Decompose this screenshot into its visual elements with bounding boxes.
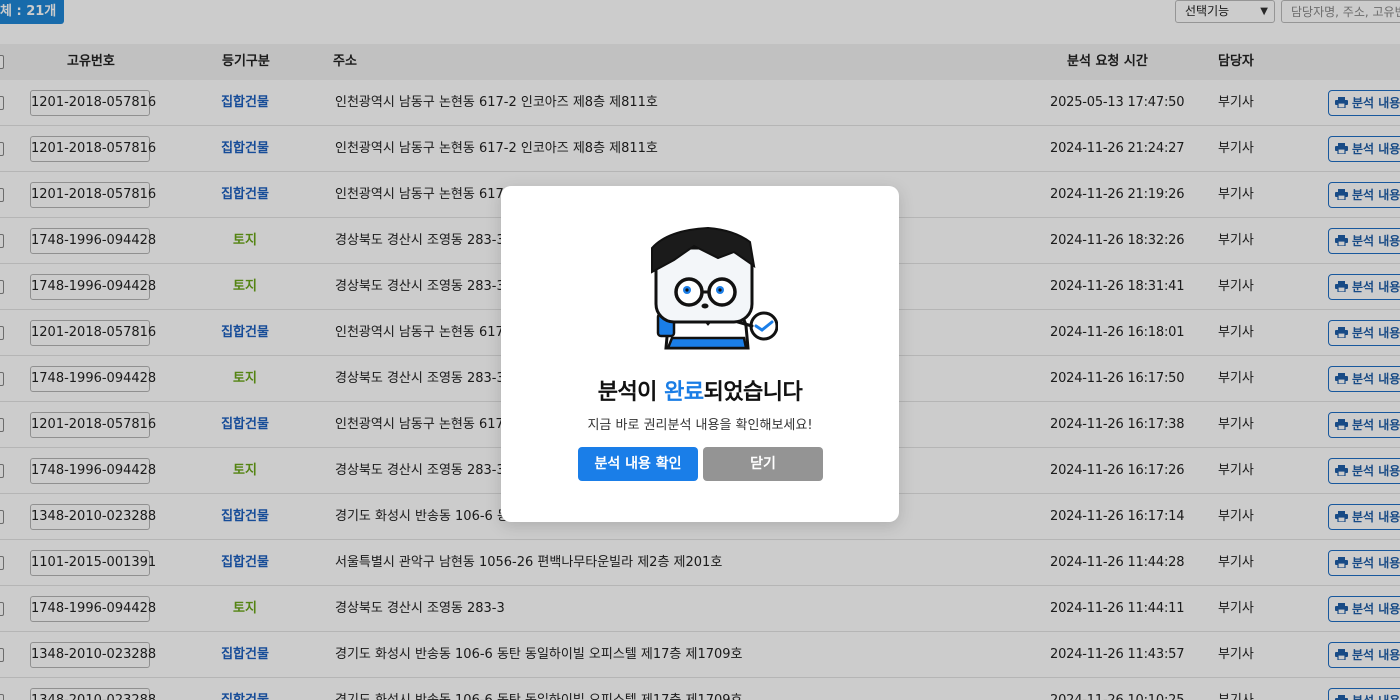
modal-title: 분석이 완료되었습니다 [501,374,899,406]
modal-subtitle: 지금 바로 권리분석 내용을 확인해보세요! [587,418,813,433]
modal-title-highlight: 완료 [664,380,704,405]
close-modal-button[interactable]: 닫기 [703,447,823,481]
analysis-complete-modal: 분석이 완료되었습니다 지금 바로 권리분석 내용을 확인해보세요! 분석 내용… [501,186,899,522]
modal-title-prefix: 분석이 [597,380,665,405]
view-analysis-button[interactable]: 분석 내용 확인 [578,447,698,481]
modal-title-suffix: 되었습니다 [703,380,803,405]
mascot-illustration [651,226,778,350]
